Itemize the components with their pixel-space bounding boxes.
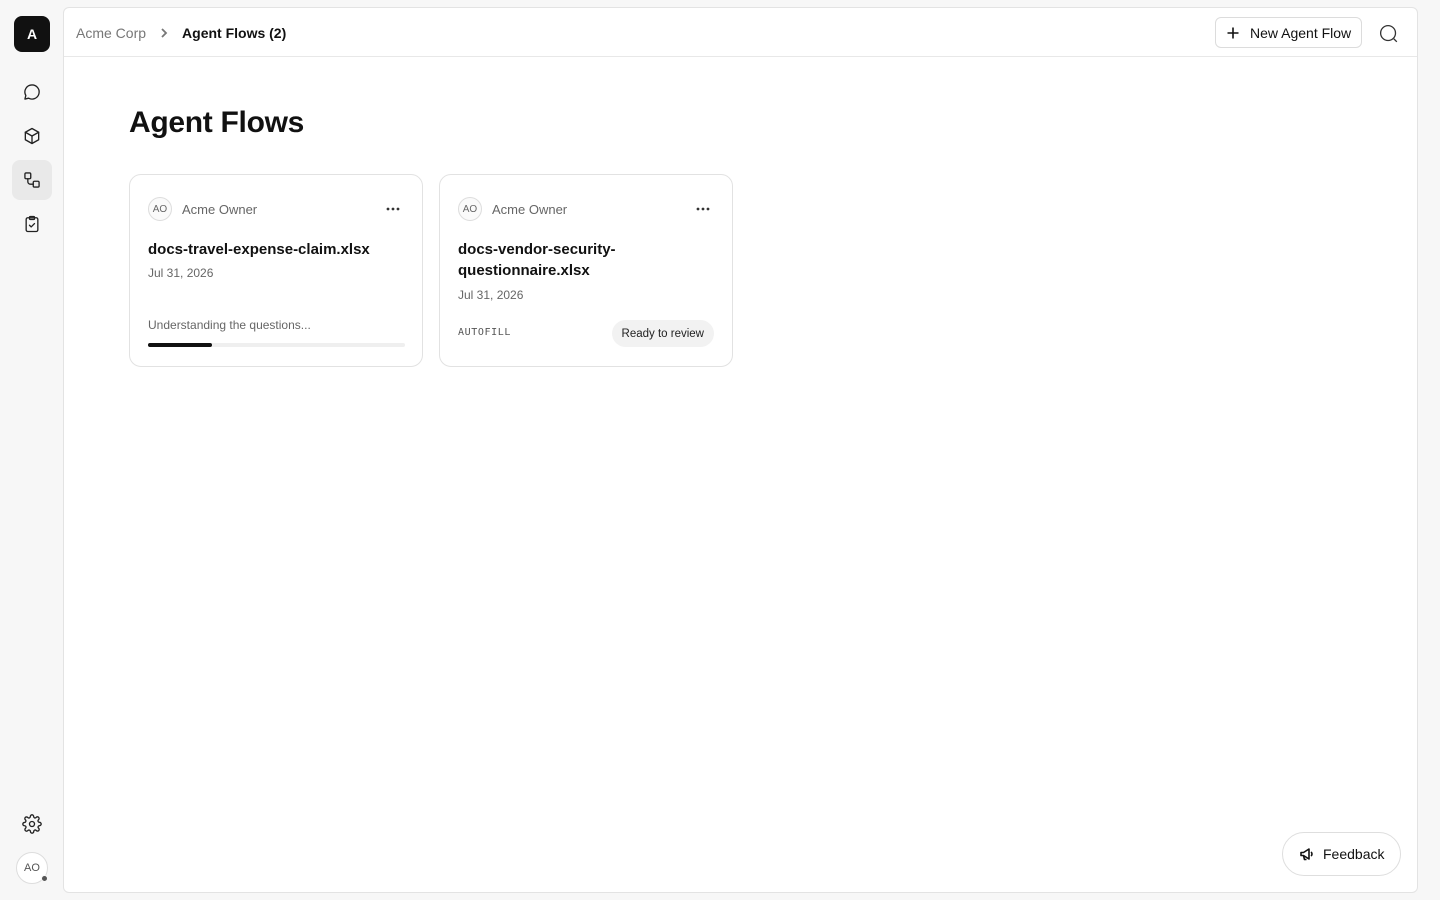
card-status-text: Understanding the questions... [148, 318, 311, 332]
user-avatar[interactable]: AO [16, 852, 48, 884]
progress-bar-fill [148, 343, 213, 347]
agent-flow-card[interactable]: AO Acme Owner docs-travel-expense-claim.… [129, 174, 423, 367]
main-panel: Acme Corp Agent Flows (2) New Agent Flow… [63, 7, 1418, 893]
card-date: Jul 31, 2026 [458, 288, 524, 302]
rail-item-tasks[interactable] [12, 204, 52, 244]
owner-name: Acme Owner [492, 201, 568, 217]
more-horizontal-icon [386, 207, 400, 211]
plus-icon [1227, 27, 1239, 38]
presence-dot [41, 875, 48, 882]
workspace-logo[interactable]: A [14, 16, 50, 52]
gear-icon [22, 814, 42, 834]
feedback-button[interactable]: Feedback [1282, 832, 1402, 876]
card-type-tag: AUTOFILL [458, 327, 511, 338]
cube-icon [24, 127, 40, 145]
breadcrumb-parent[interactable]: Acme Corp [76, 25, 146, 41]
chevron-right-icon [158, 27, 170, 39]
rail-item-agent-flows[interactable] [12, 160, 52, 200]
rail-item-chat[interactable] [12, 72, 52, 112]
top-bar: Acme Corp Agent Flows (2) New Agent Flow [64, 8, 1417, 57]
feedback-label: Feedback [1323, 846, 1385, 862]
chat-bubble-icon [24, 84, 40, 100]
card-title: docs-vendor-security-questionnaire.xlsx [458, 241, 616, 279]
left-rail: A AO [0, 0, 64, 900]
user-avatar-initials: AO [24, 862, 40, 874]
progress-bar [148, 343, 405, 347]
search-button[interactable] [1376, 21, 1400, 45]
more-horizontal-icon [696, 207, 710, 211]
clipboard-check-icon [25, 215, 39, 233]
page-title: Agent Flows [129, 106, 305, 139]
owner-name: Acme Owner [182, 201, 258, 217]
breadcrumb: Acme Corp Agent Flows (2) [76, 8, 286, 57]
owner-avatar: AO [148, 197, 172, 221]
rail-item-settings[interactable] [12, 804, 52, 844]
rail-item-knowledge[interactable] [12, 116, 52, 156]
search-icon [1379, 24, 1397, 42]
card-owner: AO Acme Owner [458, 197, 567, 221]
card-more-button[interactable] [384, 201, 402, 217]
agent-flow-card[interactable]: AO Acme Owner docs-vendor-security-quest… [439, 174, 733, 367]
status-badge: Ready to review [611, 320, 714, 347]
flow-icon [24, 172, 40, 188]
breadcrumb-current: Agent Flows (2) [182, 24, 287, 41]
new-agent-flow-button[interactable]: New Agent Flow [1215, 17, 1363, 48]
card-more-button[interactable] [694, 201, 712, 217]
card-date: Jul 31, 2026 [148, 266, 214, 280]
new-agent-flow-label: New Agent Flow [1250, 24, 1352, 41]
megaphone-icon [1300, 848, 1313, 861]
card-title: docs-travel-expense-claim.xlsx [148, 241, 370, 258]
workspace-logo-letter: A [26, 26, 38, 42]
card-owner: AO Acme Owner [148, 197, 257, 221]
owner-avatar: AO [458, 197, 482, 221]
